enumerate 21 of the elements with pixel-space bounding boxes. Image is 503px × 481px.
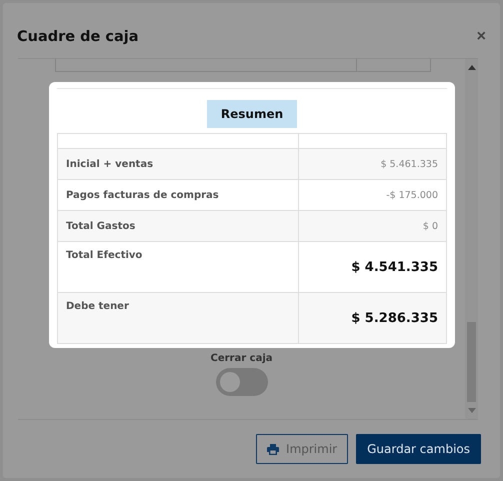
table-cell-text: Debe tener <box>66 301 129 314</box>
toggle-label: Cerrar caja <box>210 353 272 364</box>
print-button[interactable]: Imprimir <box>256 434 348 464</box>
table-cell: Inicial + ventas <box>66 158 154 170</box>
table-cell: -$ 175.000 <box>386 190 438 200</box>
table-cell: $ 0 <box>422 220 438 232</box>
dialog-title: Cuadre de caja <box>17 28 139 44</box>
scroll-down-icon[interactable] <box>468 408 476 413</box>
table-cell: $ 5.461.335 <box>380 158 438 170</box>
save-button[interactable]: Guardar cambios <box>356 434 481 464</box>
close-button[interactable]: × <box>476 28 486 46</box>
summary-title: Resumen <box>206 100 298 128</box>
table-cell: Pagos facturas de compras <box>66 190 219 200</box>
table-cell: $ 5.286.335 <box>351 310 438 326</box>
table-cell-text: Total Efectivo <box>66 250 142 263</box>
printer-icon <box>267 444 280 454</box>
table-cell: Total Gastos <box>66 220 136 232</box>
toggle-switch[interactable] <box>216 368 268 396</box>
scrollbar[interactable] <box>465 59 478 419</box>
scroll-up-icon[interactable] <box>468 65 476 70</box>
table-cell: $ 4.541.335 <box>351 260 438 274</box>
